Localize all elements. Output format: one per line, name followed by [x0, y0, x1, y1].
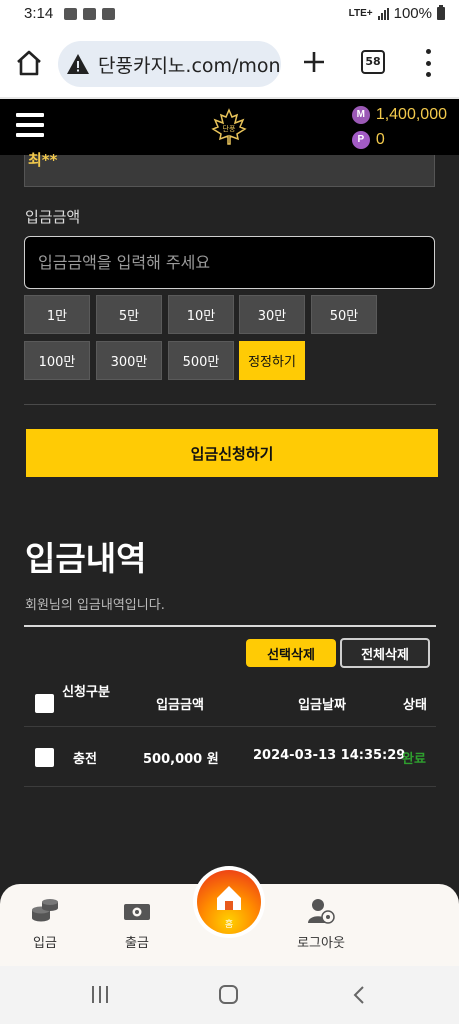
- money-balance: 1,400,000: [375, 105, 447, 123]
- depositor-name-field[interactable]: 최**: [24, 151, 435, 187]
- point-coin-icon: P: [351, 130, 370, 149]
- site-header: 단풍 M 1,400,000 P0: [0, 97, 459, 155]
- amount-input[interactable]: [24, 236, 435, 289]
- check-icon: [102, 8, 115, 20]
- deposit-request-button[interactable]: 입금신청하기: [26, 429, 438, 477]
- maple-leaf-logo[interactable]: 단풍: [210, 108, 248, 146]
- amount-label: 입금금액: [25, 208, 81, 226]
- history-description: 회원님의 입금내역입니다.: [25, 598, 165, 613]
- column-header-type: 신청구분: [62, 685, 110, 700]
- new-tab-icon[interactable]: [297, 45, 331, 79]
- depositor-name-value: 최**: [28, 151, 58, 169]
- delete-selected-button[interactable]: 선택삭제: [246, 639, 336, 667]
- quick-amount-button[interactable]: 10만: [168, 295, 234, 334]
- nav-logout-label: 로그아웃: [297, 936, 345, 951]
- nav-deposit-label: 입금: [33, 936, 57, 951]
- column-header-status: 상태: [403, 698, 427, 713]
- quick-amount-button[interactable]: 1만: [24, 295, 90, 334]
- cell-amount: 500,000 원: [143, 752, 219, 767]
- hamburger-menu-icon[interactable]: [16, 113, 44, 137]
- nav-logout[interactable]: 로그아웃: [286, 896, 356, 951]
- tab-switcher-button[interactable]: 58: [361, 50, 385, 74]
- recent-apps-icon[interactable]: [92, 986, 108, 1003]
- back-icon[interactable]: [352, 985, 366, 1005]
- signal-icon: [377, 7, 389, 20]
- home-icon[interactable]: [14, 48, 44, 78]
- cell-date: 2024-03-13 14:35:29: [253, 748, 406, 763]
- house-icon: [217, 886, 241, 910]
- network-type: LTE+: [348, 7, 373, 19]
- balance-panel: M 1,400,000 P0: [351, 102, 447, 152]
- quick-amount-button[interactable]: 5만: [96, 295, 162, 334]
- column-header-date: 입금날짜: [298, 698, 346, 713]
- column-header-amount: 입금금액: [156, 698, 204, 713]
- nav-home-label: 홈: [224, 920, 234, 930]
- user-logout-icon: [308, 899, 335, 924]
- system-navigation-bar: [0, 966, 459, 1024]
- select-all-checkbox[interactable]: [35, 694, 54, 713]
- cell-type: 충전: [73, 752, 97, 767]
- warning-icon[interactable]: [66, 53, 90, 75]
- nav-deposit[interactable]: 입금: [10, 896, 80, 951]
- status-bar: 3:14 LTE+ 100%: [0, 0, 459, 30]
- table-divider: [24, 786, 436, 787]
- logo-text: 단풍: [223, 124, 236, 133]
- browser-toolbar: 단풍카지노.com/mone 58: [0, 30, 459, 97]
- system-home-icon[interactable]: [219, 985, 238, 1004]
- quick-amount-button[interactable]: 30만: [239, 295, 305, 334]
- reset-amount-button[interactable]: 정정하기: [239, 341, 305, 380]
- point-balance: 0: [375, 130, 385, 148]
- nav-home-button[interactable]: 홈: [193, 866, 265, 946]
- quick-amount-button[interactable]: 500만: [168, 341, 234, 380]
- nav-withdraw-label: 출금: [125, 936, 149, 951]
- notification-icons: [64, 8, 115, 20]
- nav-withdraw[interactable]: 출금: [102, 896, 172, 951]
- delete-all-button[interactable]: 전체삭제: [340, 638, 430, 668]
- quick-amount-button[interactable]: 100만: [24, 341, 90, 380]
- money-icon: [124, 904, 150, 920]
- divider: [24, 625, 436, 627]
- more-options-icon[interactable]: [422, 49, 434, 77]
- table-divider: [24, 726, 436, 727]
- divider: [24, 404, 436, 405]
- gallery-icon: [64, 8, 77, 20]
- battery-percent: 100%: [393, 5, 432, 22]
- quick-amount-button[interactable]: 50만: [311, 295, 377, 334]
- history-title: 입금내역: [25, 539, 147, 578]
- status-badge: 완료: [402, 752, 426, 767]
- coins-icon: [32, 899, 58, 922]
- battery-icon: [437, 5, 445, 20]
- address-bar[interactable]: 단풍카지노.com/mone: [58, 41, 281, 87]
- quick-amount-button[interactable]: 300만: [96, 341, 162, 380]
- talk-icon: [83, 8, 96, 20]
- row-checkbox[interactable]: [35, 748, 54, 767]
- money-coin-icon: M: [351, 105, 370, 124]
- url-text: 단풍카지노.com/mone: [98, 54, 281, 77]
- clock: 3:14: [24, 5, 54, 22]
